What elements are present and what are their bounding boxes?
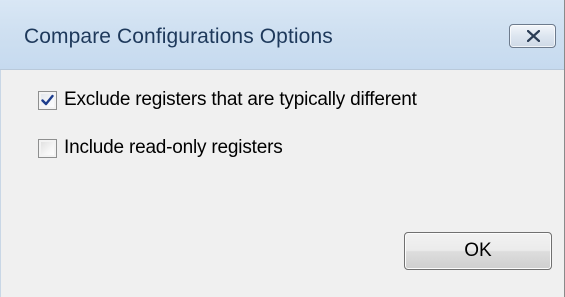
compare-configurations-options-dialog: Compare Configurations Options Exclude r… xyxy=(0,0,565,297)
dialog-client-area: Exclude registers that are typically dif… xyxy=(0,70,564,297)
title-bar[interactable]: Compare Configurations Options xyxy=(0,0,564,70)
exclude-typically-different-option[interactable]: Exclude registers that are typically dif… xyxy=(38,89,417,111)
window-title: Compare Configurations Options xyxy=(24,25,333,48)
exclude-typically-different-label[interactable]: Exclude registers that are typically dif… xyxy=(64,89,417,111)
ok-button[interactable]: OK xyxy=(404,232,552,270)
checkmark-icon xyxy=(41,94,54,105)
include-read-only-option[interactable]: Include read-only registers xyxy=(38,137,283,159)
close-x-icon xyxy=(527,30,540,42)
exclude-typically-different-checkbox[interactable] xyxy=(38,90,57,110)
include-read-only-label[interactable]: Include read-only registers xyxy=(64,137,283,159)
include-read-only-checkbox[interactable] xyxy=(38,138,57,158)
close-button[interactable] xyxy=(509,24,556,48)
